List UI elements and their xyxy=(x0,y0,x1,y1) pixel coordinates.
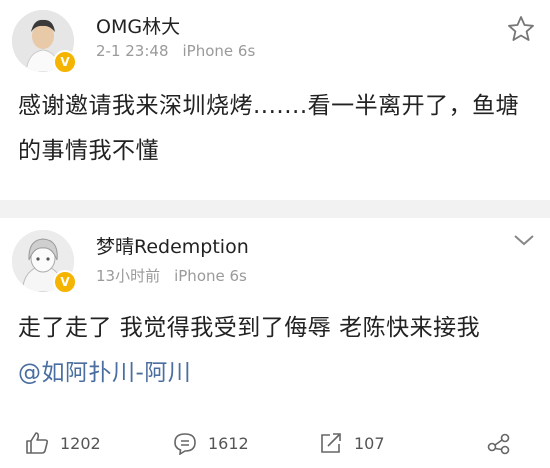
verified-badge-icon: V xyxy=(53,50,77,74)
post-text: 感谢邀请我来深圳烧烤.......看一半离开了，鱼塘的事情我不懂 xyxy=(18,93,520,164)
repost-count: 107 xyxy=(354,433,385,453)
star-icon[interactable] xyxy=(506,14,536,44)
post-meta: 13小时前 iPhone 6s xyxy=(96,265,247,286)
post-text-body: 走了走了 我觉得我受到了侮辱 老陈快来接我 xyxy=(18,315,481,341)
post-device: iPhone 6s xyxy=(182,42,256,60)
like-count: 1202 xyxy=(60,433,101,453)
share-button[interactable] xyxy=(486,431,522,455)
verified-badge-icon: V xyxy=(53,270,77,294)
repost-icon xyxy=(321,433,341,453)
post-text: 走了走了 我觉得我受到了侮辱 老陈快来接我 @如阿扑川-阿川 xyxy=(18,306,488,396)
comment-button[interactable]: 1612 xyxy=(172,431,249,455)
chevron-down-icon[interactable] xyxy=(512,232,536,248)
username[interactable]: 梦晴Redemption xyxy=(96,232,249,259)
username[interactable]: OMG林大 xyxy=(96,12,180,39)
comment-count: 1612 xyxy=(208,433,249,453)
like-button[interactable]: 1202 xyxy=(24,431,101,455)
post-card-1: V OMG林大 2-1 23:48 iPhone 6s 感谢邀请我来深圳烧烤...… xyxy=(0,0,550,200)
like-icon xyxy=(26,432,49,454)
avatar[interactable]: V xyxy=(12,230,77,294)
mention-link[interactable]: @如阿扑川-阿川 xyxy=(18,360,191,386)
action-bar: 1202 1612 107 xyxy=(0,423,550,463)
share-icon xyxy=(487,433,510,455)
post-meta: 2-1 23:48 iPhone 6s xyxy=(96,42,255,60)
avatar[interactable]: V xyxy=(12,10,77,74)
post-device: iPhone 6s xyxy=(174,267,247,285)
post-time: 13小时前 xyxy=(96,267,161,285)
repost-button[interactable]: 107 xyxy=(318,431,385,455)
post-date: 2-1 23:48 xyxy=(96,42,169,60)
comment-icon xyxy=(174,433,196,455)
post-card-2: V 梦晴Redemption 13小时前 iPhone 6s 走了走了 我觉得我受… xyxy=(0,218,550,468)
